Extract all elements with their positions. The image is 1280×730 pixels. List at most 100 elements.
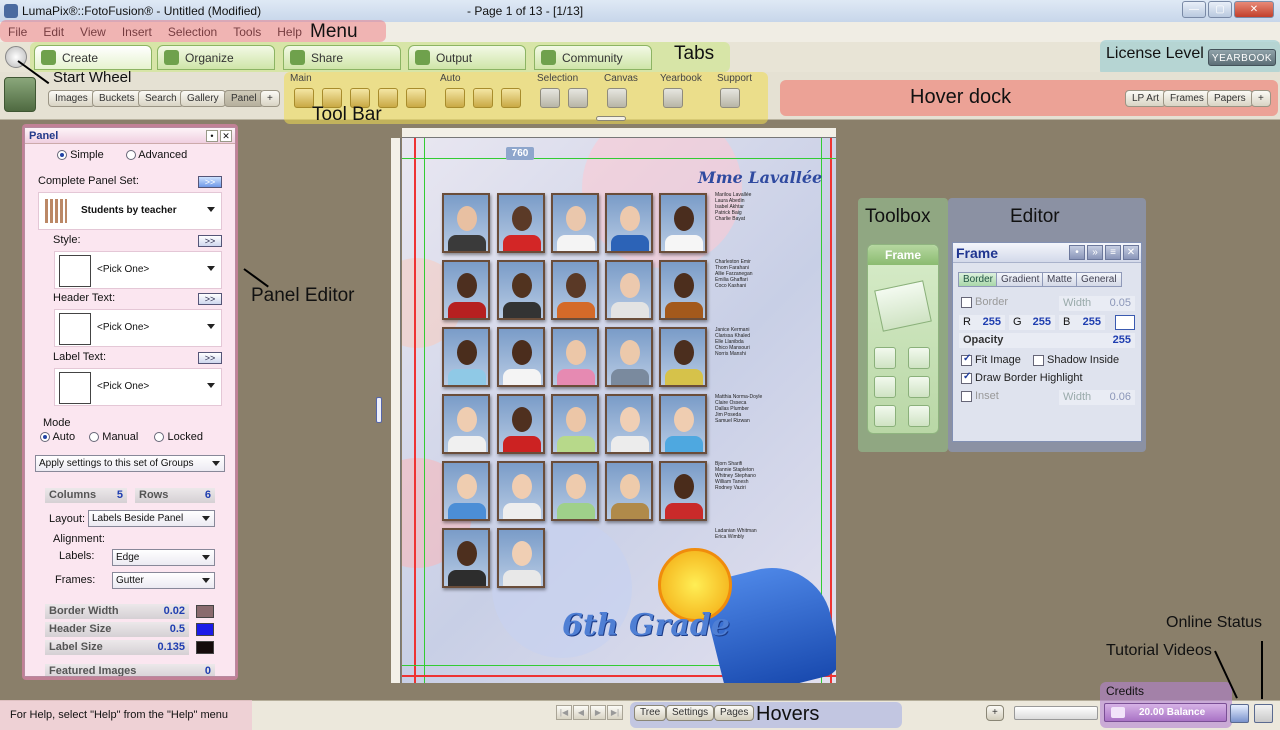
student-photo[interactable]	[659, 394, 707, 454]
student-photo[interactable]	[605, 394, 653, 454]
student-photo[interactable]	[497, 528, 545, 588]
tab-general[interactable]: General	[1076, 272, 1122, 287]
draw-border-highlight-checkbox[interactable]	[961, 371, 972, 384]
manual-radio[interactable]	[89, 432, 100, 443]
wheel-icon[interactable]	[908, 405, 930, 427]
online-status-icon[interactable]	[1254, 704, 1273, 723]
student-photo[interactable]	[605, 327, 653, 387]
lp-art-button[interactable]: LP Art	[1125, 90, 1167, 107]
label-size-field[interactable]: Label Size 0.135	[45, 640, 189, 655]
prev-page-button[interactable]: ◀	[573, 705, 589, 720]
name-list[interactable]: Janice Kermani Clarissa Khaled Elle Llan…	[715, 327, 750, 357]
apply-settings-select[interactable]: Apply settings to this set of Groups	[35, 455, 225, 472]
columns-field[interactable]: Columns 5	[45, 488, 127, 503]
tab-output[interactable]: Output	[408, 45, 526, 70]
editor-expand-button[interactable]: »	[1087, 245, 1103, 260]
canvas-fit-icon[interactable]	[607, 88, 627, 108]
auto-layout-icon[interactable]	[473, 88, 493, 108]
simple-radio[interactable]	[57, 150, 67, 161]
student-photo[interactable]	[497, 193, 545, 253]
pages-button[interactable]: Pages	[714, 705, 755, 721]
header-color-swatch[interactable]	[196, 623, 214, 636]
student-photo[interactable]	[551, 260, 599, 320]
tab-matte[interactable]: Matte	[1042, 272, 1078, 287]
gallery-button[interactable]: Gallery	[180, 90, 226, 107]
teacher-title[interactable]: Mme Lavallée	[698, 168, 822, 187]
name-list[interactable]: Charleston Emir Thom Farahani Allie Farz…	[715, 259, 753, 289]
student-photo[interactable]	[659, 193, 707, 253]
student-photo[interactable]	[551, 193, 599, 253]
add-hover-button[interactable]: +	[260, 90, 280, 107]
header-size-field[interactable]: Header Size 0.5	[45, 622, 189, 637]
first-page-button[interactable]: |◀	[556, 705, 572, 720]
credits-balance-button[interactable]: 20.00 Balance	[1104, 703, 1227, 722]
student-photo[interactable]	[605, 260, 653, 320]
close-button[interactable]: ✕	[1234, 1, 1274, 18]
editor-pin-button[interactable]: •	[1069, 245, 1085, 260]
tutorial-videos-icon[interactable]	[1230, 704, 1249, 723]
student-photo[interactable]	[659, 260, 707, 320]
text-icon[interactable]	[874, 405, 896, 427]
blue-field[interactable]: B 255	[1059, 315, 1105, 330]
add-dock-button[interactable]: +	[1251, 90, 1271, 107]
frames-select[interactable]: Gutter	[112, 572, 215, 589]
label-text-select[interactable]: <Pick One>	[54, 368, 222, 406]
red-field[interactable]: R 255	[959, 315, 1005, 330]
zoom-slider[interactable]	[1014, 706, 1098, 720]
add-bottom-hover-button[interactable]: +	[986, 705, 1004, 721]
license-badge[interactable]: YEARBOOK	[1208, 49, 1276, 66]
dock-app-button[interactable]	[4, 77, 36, 112]
border-color-swatch[interactable]	[196, 605, 214, 618]
labels-select[interactable]: Edge	[112, 549, 215, 566]
name-list[interactable]: Marilou Lavallée Laura Abedin Isabel Akh…	[715, 192, 751, 222]
yearbook-page[interactable]: 760 Mme Lavallée Marilou Lavallée Laura …	[402, 138, 836, 683]
student-photo[interactable]	[551, 394, 599, 454]
student-photo[interactable]	[551, 327, 599, 387]
border-color-swatch[interactable]	[1115, 315, 1135, 330]
undo-icon[interactable]	[406, 88, 426, 108]
label-text-expand[interactable]: >>	[198, 352, 222, 364]
pointer-icon[interactable]	[568, 88, 588, 108]
tree-button[interactable]: Tree	[634, 705, 667, 721]
student-photo[interactable]	[442, 327, 490, 387]
search-button[interactable]: Search	[138, 90, 184, 107]
student-photo[interactable]	[442, 260, 490, 320]
frame-preview-icon[interactable]	[874, 280, 932, 332]
name-list[interactable]: Ladanian Whitman Erica Wimbly	[715, 528, 757, 540]
select-region-icon[interactable]	[540, 88, 560, 108]
complete-set-expand[interactable]: >>	[198, 176, 222, 188]
tab-community[interactable]: Community	[534, 45, 652, 70]
panel-pin-button[interactable]: •	[206, 130, 218, 142]
locked-radio[interactable]	[154, 432, 165, 443]
student-photo[interactable]	[659, 461, 707, 521]
style-expand[interactable]: >>	[198, 235, 222, 247]
rows-field[interactable]: Rows 6	[135, 488, 215, 503]
tab-share[interactable]: Share	[283, 45, 401, 70]
student-photo[interactable]	[497, 327, 545, 387]
border-checkbox[interactable]	[961, 297, 972, 308]
wrench-icon[interactable]	[908, 376, 930, 398]
auto-fill-icon[interactable]	[445, 88, 465, 108]
style-select[interactable]: <Pick One>	[54, 251, 222, 289]
student-photo[interactable]	[442, 394, 490, 454]
help-question-icon[interactable]	[720, 88, 740, 108]
tab-create[interactable]: Create	[34, 45, 152, 70]
header-text-select[interactable]: <Pick One>	[54, 309, 222, 347]
minimize-button[interactable]: —	[1182, 1, 1206, 18]
yearbook-grid-icon[interactable]	[663, 88, 683, 108]
rotate-icon[interactable]	[908, 347, 930, 369]
grade-title[interactable]: 6th Grade	[562, 608, 730, 643]
tab-organize[interactable]: Organize	[157, 45, 275, 70]
editor-close-button[interactable]: ✕	[1123, 245, 1139, 260]
border-width-field[interactable]: Width 0.05	[1059, 296, 1135, 311]
advanced-radio[interactable]	[125, 150, 136, 161]
frame-style-icon[interactable]	[874, 347, 896, 369]
student-photo[interactable]	[497, 461, 545, 521]
student-photo[interactable]	[605, 193, 653, 253]
student-photo[interactable]	[605, 461, 653, 521]
panel-close-button[interactable]: ✕	[220, 130, 232, 142]
auto-radio[interactable]	[40, 432, 50, 443]
layout-select[interactable]: Labels Beside Panel	[88, 510, 215, 527]
student-photo[interactable]	[442, 193, 490, 253]
green-field[interactable]: G 255	[1009, 315, 1055, 330]
